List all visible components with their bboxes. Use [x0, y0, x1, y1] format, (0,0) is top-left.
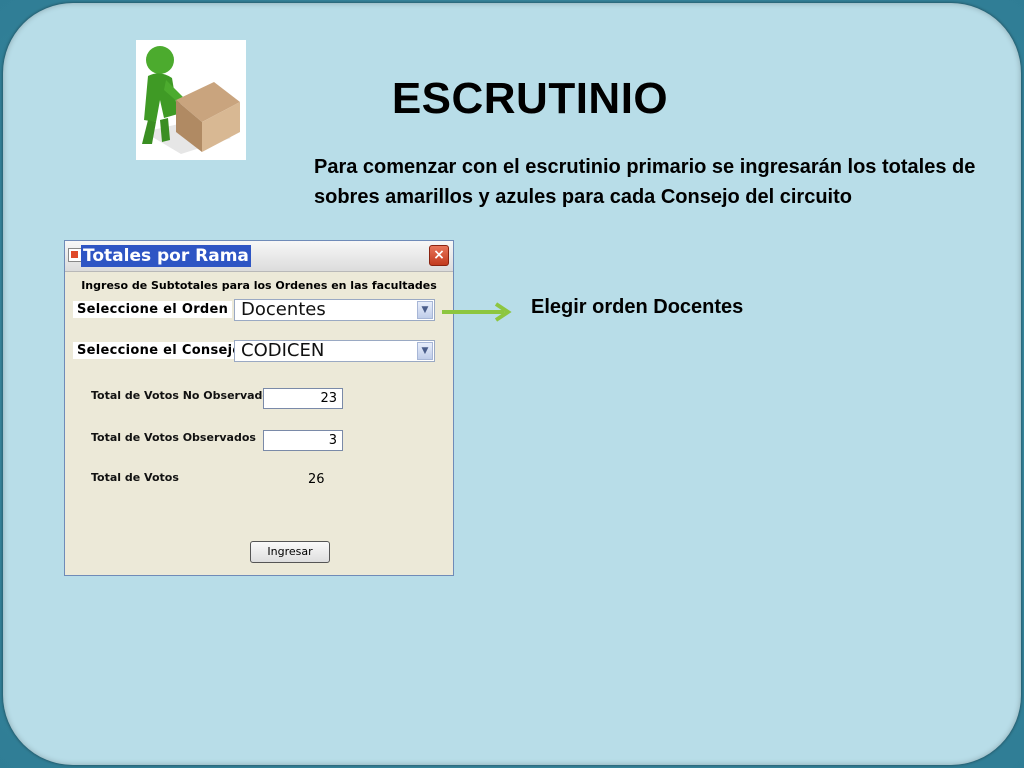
- slide-description: Para comenzar con el escrutinio primario…: [314, 156, 976, 208]
- orden-label: Seleccione el Orden: [73, 301, 233, 318]
- totales-window: Totales por Rama × Ingreso de Subtotales…: [64, 240, 454, 576]
- arrow-label: Elegir orden Docentes: [531, 296, 744, 318]
- chevron-down-icon[interactable]: ▼: [417, 301, 433, 319]
- window-titlebar[interactable]: Totales por Rama ×: [65, 241, 453, 272]
- form-heading: Ingreso de Subtotales para los Ordenes e…: [81, 279, 437, 292]
- arrow-right-icon: [442, 302, 512, 322]
- no-observados-input[interactable]: 23: [263, 388, 343, 409]
- close-button[interactable]: ×: [429, 245, 449, 266]
- consejo-value: CODICEN: [241, 340, 325, 361]
- orden-select[interactable]: Docentes ▼: [234, 299, 435, 321]
- total-value: 26: [308, 472, 325, 487]
- chevron-down-icon[interactable]: ▼: [417, 342, 433, 360]
- no-observados-label: Total de Votos No Observados: [91, 389, 277, 402]
- consejo-label: Seleccione el Consejo: [73, 342, 246, 359]
- total-label: Total de Votos: [91, 471, 179, 484]
- slide-title: ESCRUTINIO: [391, 74, 669, 123]
- ingresar-button[interactable]: Ingresar: [250, 541, 330, 563]
- person-carrying-box-icon: [136, 40, 246, 160]
- observados-label: Total de Votos Observados: [91, 431, 256, 444]
- app-icon: [68, 248, 82, 262]
- consejo-select[interactable]: CODICEN ▼: [234, 340, 435, 362]
- observados-input[interactable]: 3: [263, 430, 343, 451]
- window-title: Totales por Rama: [81, 245, 251, 267]
- orden-value: Docentes: [241, 299, 326, 320]
